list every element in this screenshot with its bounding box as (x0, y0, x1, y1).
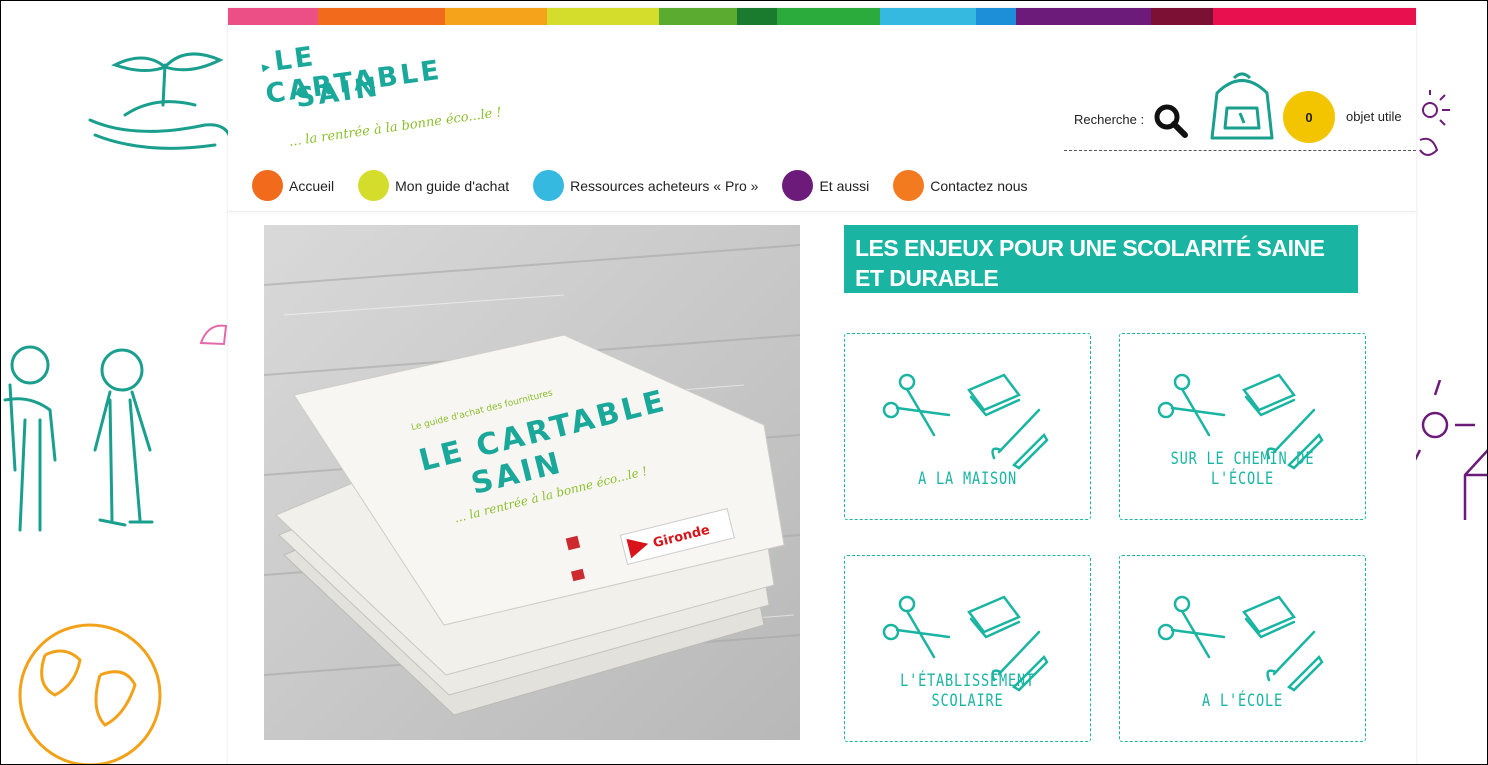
topic-cards: A la maison Sur le chemin de l'école (844, 333, 1368, 753)
pink-hat-doodle (199, 324, 228, 346)
school-supplies-icon (882, 373, 1049, 470)
card-etablissement[interactable]: L'établissement scolaire (844, 555, 1091, 742)
nav-bullet-icon (533, 170, 565, 201)
section-title: Les enjeux pour une scolarité saine et d… (844, 225, 1358, 293)
nav-item-guide[interactable]: Mon guide d'achat (358, 170, 509, 201)
card-a-l-ecole[interactable]: A l'école (1119, 555, 1366, 742)
globe-doodle (18, 623, 162, 765)
search-label: Recherche : (1074, 112, 1145, 127)
school-supplies-icon (1157, 595, 1324, 692)
nav-bullet-icon (252, 170, 283, 201)
plant-in-hand-doodle (88, 52, 232, 150)
house-doodle (1415, 380, 1488, 520)
nav-divider (228, 211, 1416, 212)
nav-item-accueil[interactable]: Accueil (252, 170, 334, 201)
cart-count-badge[interactable]: 0 (1283, 91, 1335, 143)
arrow-marker-icon: ▸ (260, 55, 275, 77)
sun-doodle (1419, 90, 1450, 156)
card-label: A l'école (1202, 691, 1283, 711)
card-label: Sur le chemin de l'école (1170, 449, 1315, 489)
search-icon[interactable] (1154, 104, 1188, 138)
nav-bullet-icon (782, 170, 814, 201)
nav-item-contact[interactable]: Contactez nous (893, 170, 1028, 201)
cart-count-label[interactable]: objet utile (1346, 109, 1402, 124)
backpack-icon[interactable] (1202, 68, 1282, 144)
card-label: L'établissement scolaire (900, 671, 1035, 711)
nav-bullet-icon (893, 170, 925, 201)
site-logo[interactable]: ▸LE CARTABLE SAIN ... la rentrée à la bo… (258, 38, 508, 158)
header-tools: Recherche : 0 objet utile (1064, 68, 1416, 151)
nav-item-et-aussi[interactable]: Et aussi (782, 170, 869, 201)
logo-tagline: ... la rentrée à la bonne éco...le ! (288, 105, 503, 150)
card-chemin-ecole[interactable]: Sur le chemin de l'école (1119, 333, 1366, 520)
nav-item-ressources[interactable]: Ressources acheteurs « Pro » (533, 170, 758, 201)
page-container: ▸LE CARTABLE SAIN ... la rentrée à la bo… (228, 8, 1416, 765)
children-doodle (3, 345, 154, 532)
color-stripe (228, 8, 1416, 25)
hero-image: Le guide d'achat des fournitures LE CART… (264, 225, 800, 740)
card-a-la-maison[interactable]: A la maison (844, 333, 1091, 520)
nav-bullet-icon (358, 170, 390, 201)
main-nav: Accueil Mon guide d'achat Ressources ach… (252, 170, 1052, 201)
card-label: A la maison (918, 469, 1017, 489)
